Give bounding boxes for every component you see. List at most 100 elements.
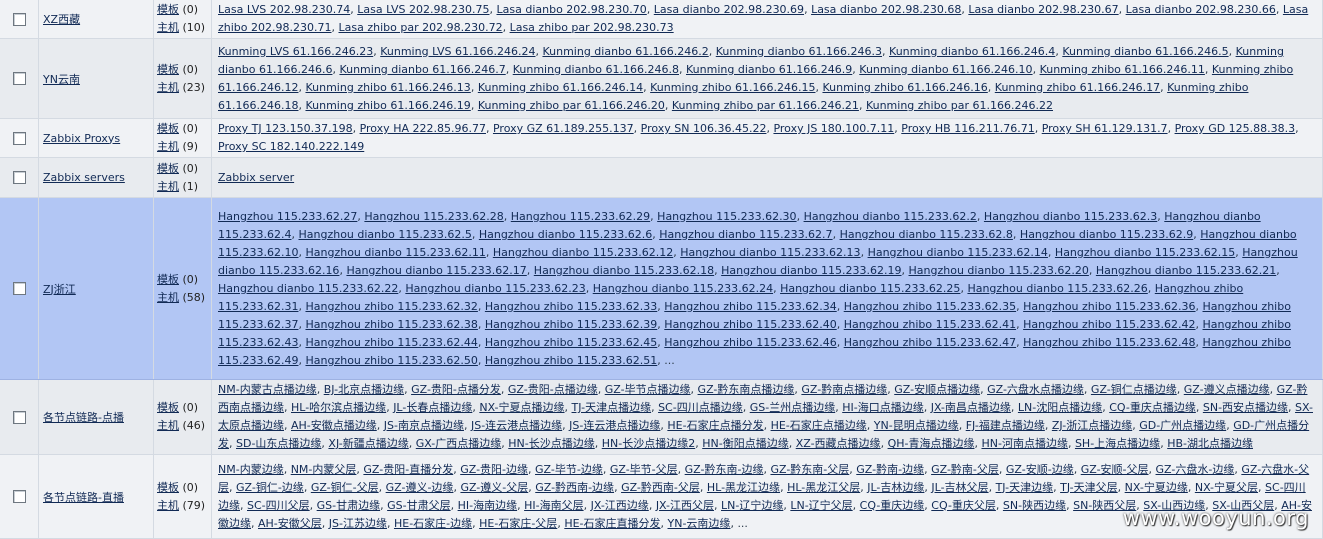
host-link[interactable]: Kunming zhibo 61.166.246.16: [822, 81, 987, 94]
host-link[interactable]: GZ-铜仁-边缘: [236, 481, 304, 494]
hosts-link[interactable]: 主机: [157, 291, 179, 304]
templates-link[interactable]: 模板: [157, 63, 179, 76]
host-link[interactable]: XZ-西藏点播边缘: [796, 437, 881, 450]
host-link[interactable]: GZ-遵义-边缘: [386, 481, 454, 494]
host-link[interactable]: Hangzhou zhibo 115.233.62.48: [1023, 336, 1195, 349]
host-link[interactable]: Kunming zhibo 61.166.246.15: [650, 81, 815, 94]
hosts-link[interactable]: 主机: [157, 499, 179, 512]
host-link[interactable]: Lasa dianbo 202.98.230.66: [1126, 3, 1276, 16]
host-link[interactable]: Hangzhou zhibo 115.233.62.39: [485, 318, 657, 331]
host-link[interactable]: GZ-安顺点播边缘: [894, 383, 980, 396]
host-link[interactable]: Kunming dianbo 61.166.246.5: [1062, 45, 1228, 58]
host-link[interactable]: Lasa dianbo 202.98.230.70: [497, 3, 647, 16]
templates-link[interactable]: 模板: [157, 122, 179, 135]
host-link[interactable]: XJ-新疆点播边缘: [328, 437, 408, 450]
host-link[interactable]: Lasa zhibo par 202.98.230.72: [339, 21, 503, 34]
host-link[interactable]: JS-连云港点播边缘: [569, 419, 660, 432]
group-checkbox[interactable]: [12, 282, 26, 296]
host-link[interactable]: Kunming LVS 61.166.246.23: [218, 45, 373, 58]
host-link[interactable]: NX-宁夏点播边缘: [479, 401, 564, 414]
host-link[interactable]: AH-安徽父层: [258, 517, 322, 530]
host-link[interactable]: GZ-六盘水点播边缘: [987, 383, 1084, 396]
host-link[interactable]: Zabbix server: [218, 171, 294, 184]
host-link[interactable]: Hangzhou dianbo 115.233.62.19: [721, 264, 901, 277]
host-link[interactable]: Hangzhou zhibo 115.233.62.36: [1023, 300, 1195, 313]
host-link[interactable]: Hangzhou zhibo 115.233.62.33: [485, 300, 657, 313]
host-link[interactable]: CQ-重庆边缘: [860, 499, 925, 512]
host-link[interactable]: SC-四川父层: [247, 499, 310, 512]
host-link[interactable]: HE-石家庄点播分发: [667, 419, 763, 432]
host-link[interactable]: Hangzhou dianbo 115.233.62.5: [298, 228, 471, 241]
host-link[interactable]: Proxy SH 61.129.131.7: [1042, 122, 1168, 135]
host-link[interactable]: Hangzhou dianbo 115.233.62.18: [534, 264, 714, 277]
host-link[interactable]: Hangzhou dianbo 115.233.62.17: [346, 264, 526, 277]
host-link[interactable]: GZ-安顺-边缘: [1006, 463, 1074, 476]
host-link[interactable]: Proxy SN 106.36.45.22: [641, 122, 767, 135]
host-link[interactable]: Lasa dianbo 202.98.230.68: [811, 3, 961, 16]
host-link[interactable]: Kunming LVS 61.166.246.24: [380, 45, 535, 58]
host-link[interactable]: GZ-毕节点播边缘: [605, 383, 691, 396]
host-link[interactable]: QH-青海点播边缘: [888, 437, 975, 450]
host-link[interactable]: Hangzhou 115.233.62.27: [218, 210, 357, 223]
host-link[interactable]: HE-石家庄-边缘: [394, 517, 472, 530]
host-link[interactable]: SH-上海点播边缘: [1075, 437, 1160, 450]
host-link[interactable]: TJ-天津父层: [1060, 481, 1118, 494]
host-link[interactable]: Lasa zhibo par 202.98.230.73: [510, 21, 674, 34]
host-link[interactable]: Hangzhou zhibo 115.233.62.45: [485, 336, 657, 349]
host-link[interactable]: Hangzhou zhibo 115.233.62.41: [844, 318, 1016, 331]
host-link[interactable]: GD-广州点播边缘: [1139, 419, 1226, 432]
hosts-link[interactable]: 主机: [157, 140, 179, 153]
host-link[interactable]: Hangzhou dianbo 115.233.62.6: [479, 228, 652, 241]
host-link[interactable]: JS-连云港点播边缘: [471, 419, 562, 432]
host-link[interactable]: GZ-贵阳-直播分发: [363, 463, 453, 476]
host-link[interactable]: Proxy HB 116.211.76.71: [901, 122, 1034, 135]
host-link[interactable]: Hangzhou zhibo 115.233.62.40: [664, 318, 836, 331]
host-link[interactable]: Hangzhou zhibo 115.233.62.42: [1023, 318, 1195, 331]
host-link[interactable]: Hangzhou dianbo 115.233.62.20: [909, 264, 1089, 277]
templates-link[interactable]: 模板: [157, 3, 179, 16]
host-link[interactable]: Hangzhou dianbo 115.233.62.8: [840, 228, 1013, 241]
host-link[interactable]: Hangzhou dianbo 115.233.62.11: [305, 246, 485, 259]
host-link[interactable]: Proxy GD 125.88.38.3: [1175, 122, 1296, 135]
host-link[interactable]: Hangzhou zhibo 115.233.62.46: [664, 336, 836, 349]
host-link[interactable]: Hangzhou dianbo 115.233.62.3: [984, 210, 1157, 223]
host-link[interactable]: GZ-贵阳-点播边缘: [508, 383, 598, 396]
host-link[interactable]: GZ-黔南-父层: [931, 463, 999, 476]
group-checkbox[interactable]: [12, 490, 26, 504]
host-link[interactable]: Kunming zhibo 61.166.246.14: [478, 81, 643, 94]
host-link[interactable]: Kunming zhibo 61.166.246.11: [1040, 63, 1205, 76]
host-link[interactable]: NX-宁夏边缘: [1125, 481, 1188, 494]
group-checkbox[interactable]: [12, 410, 26, 424]
host-link[interactable]: GZ-毕节-边缘: [535, 463, 603, 476]
host-link[interactable]: Hangzhou dianbo 115.233.62.7: [659, 228, 832, 241]
host-link[interactable]: Kunming zhibo 61.166.246.19: [305, 99, 470, 112]
host-link[interactable]: Hangzhou zhibo 115.233.62.44: [305, 336, 477, 349]
host-link[interactable]: Hangzhou 115.233.62.30: [657, 210, 796, 223]
host-link[interactable]: HI-海南父层: [524, 499, 584, 512]
host-link[interactable]: GZ-遵义点播边缘: [1184, 383, 1270, 396]
host-link[interactable]: Proxy SC 182.140.222.149: [218, 140, 364, 153]
host-link[interactable]: GZ-安顺-父层: [1081, 463, 1149, 476]
host-link[interactable]: Hangzhou zhibo 115.233.62.50: [305, 354, 477, 367]
host-link[interactable]: GZ-六盘水-边缘: [1156, 463, 1235, 476]
host-link[interactable]: ZJ-浙江点播边缘: [1052, 419, 1132, 432]
host-link[interactable]: Hangzhou zhibo 115.233.62.34: [664, 300, 836, 313]
host-link[interactable]: GS-兰州点播边缘: [750, 401, 835, 414]
host-link[interactable]: NM-内蒙父层: [291, 463, 357, 476]
host-link[interactable]: GZ-黔东南-边缘: [685, 463, 764, 476]
host-link[interactable]: HE-石家庄-父层: [479, 517, 557, 530]
host-link[interactable]: Hangzhou dianbo 115.233.62.21: [1096, 264, 1276, 277]
host-link[interactable]: GS-甘肃父层: [387, 499, 450, 512]
host-link[interactable]: TJ-天津点播边缘: [572, 401, 652, 414]
host-link[interactable]: Lasa LVS 202.98.230.75: [357, 3, 489, 16]
host-link[interactable]: HN-衡阳点播边缘: [702, 437, 788, 450]
group-checkbox[interactable]: [12, 72, 26, 86]
host-link[interactable]: JX-江西父层: [656, 499, 714, 512]
host-link[interactable]: JL-吉林父层: [931, 481, 988, 494]
host-link[interactable]: GZ-铜仁-父层: [311, 481, 379, 494]
host-link[interactable]: LN-辽宁父层: [790, 499, 852, 512]
host-link[interactable]: CQ-重庆父层: [931, 499, 996, 512]
host-link[interactable]: Hangzhou dianbo 115.233.62.25: [780, 282, 960, 295]
host-link[interactable]: GZ-毕节-父层: [610, 463, 678, 476]
group-checkbox[interactable]: [12, 12, 26, 26]
